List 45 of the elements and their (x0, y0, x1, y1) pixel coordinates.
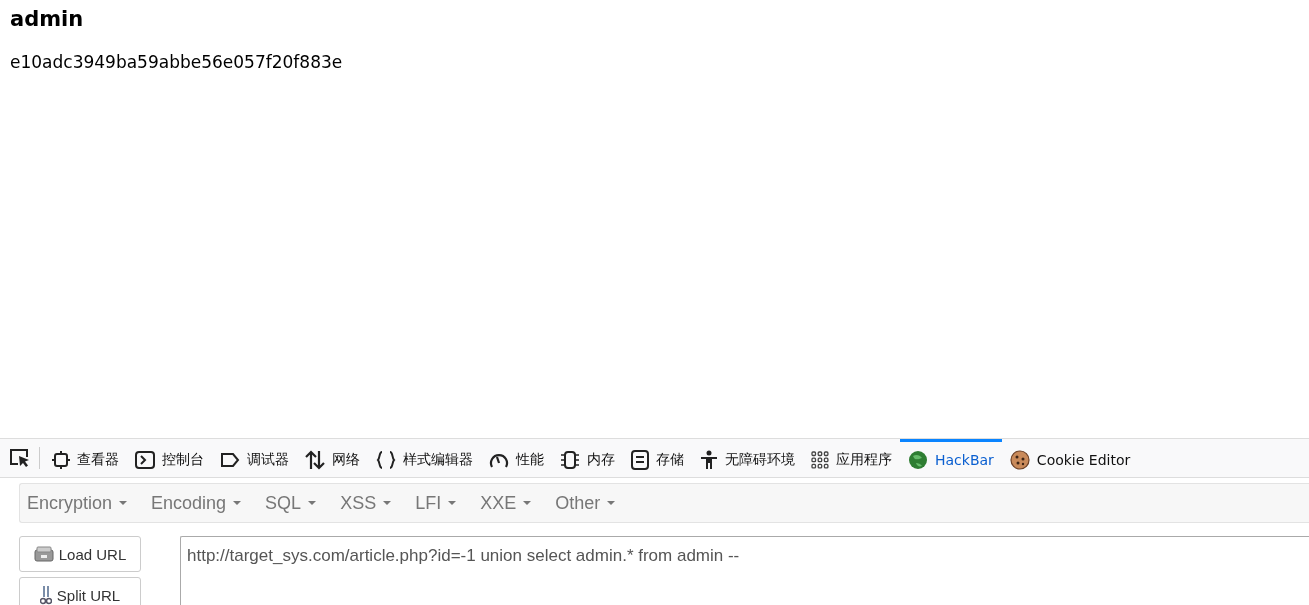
devtools-tab[interactable]: 网络 (297, 439, 368, 477)
devtools-tab[interactable]: 无障碍环境 (692, 439, 803, 477)
globe-icon (908, 449, 928, 470)
caret-icon (607, 501, 616, 505)
dropdown-menu[interactable]: Other (555, 492, 640, 514)
devtools-tab[interactable]: Cookie Editor (1001, 439, 1139, 477)
caret-icon (233, 501, 242, 505)
url-field[interactable]: http://target_sys.com/article.php?id=-1 union select admin.* from admin -- (180, 536, 1309, 605)
devtools-tab[interactable]: 应用程序 (803, 439, 900, 477)
scissors-icon (39, 585, 52, 605)
caret-icon (523, 501, 532, 505)
caret-icon (383, 501, 392, 505)
dropdown-menu[interactable]: SQL (265, 492, 341, 514)
chip-icon (560, 449, 580, 470)
caret-icon (448, 501, 457, 505)
caret-icon (119, 501, 128, 505)
devtools-tab[interactable]: 查看器 (44, 439, 127, 477)
drive-icon (33, 546, 54, 562)
devtools-tab[interactable]: 控制台 (127, 439, 212, 477)
dropdown-menu[interactable]: LFI (415, 492, 481, 514)
cookie-icon (1009, 449, 1030, 470)
caret-icon (308, 501, 317, 505)
devtools-tab[interactable]: 存储 (623, 439, 692, 477)
person-icon (700, 449, 718, 470)
dropdown-menu[interactable]: Encoding (151, 492, 266, 514)
devtools-tab[interactable]: 内存 (552, 439, 623, 477)
devtools-tab[interactable]: 调试器 (212, 439, 297, 477)
braces-icon (376, 449, 396, 470)
cabinet-icon (631, 449, 649, 470)
tag-icon (220, 451, 240, 468)
frame-icon (52, 450, 70, 469)
picker-icon[interactable] (9, 448, 31, 468)
dropdown-menu[interactable]: Encryption (27, 492, 152, 514)
url-button[interactable]: Split URL (19, 577, 141, 605)
hash-text: e10adc3949ba59abbe56e057f20f883e (10, 52, 344, 72)
devtools-tab[interactable]: HackBar (900, 439, 1002, 477)
grid-icon (811, 450, 829, 469)
console-icon (135, 450, 155, 469)
dropdown-menu[interactable]: XSS (340, 492, 416, 514)
dropdown-menu[interactable]: XXE (480, 492, 556, 514)
devtools-tab[interactable]: 性能 (481, 439, 552, 477)
page-heading: admin (10, 6, 85, 32)
url-button[interactable]: Load URL (19, 536, 141, 572)
devtools-tab[interactable]: 样式编辑器 (368, 439, 481, 477)
up-down-arrows-icon (305, 449, 325, 470)
